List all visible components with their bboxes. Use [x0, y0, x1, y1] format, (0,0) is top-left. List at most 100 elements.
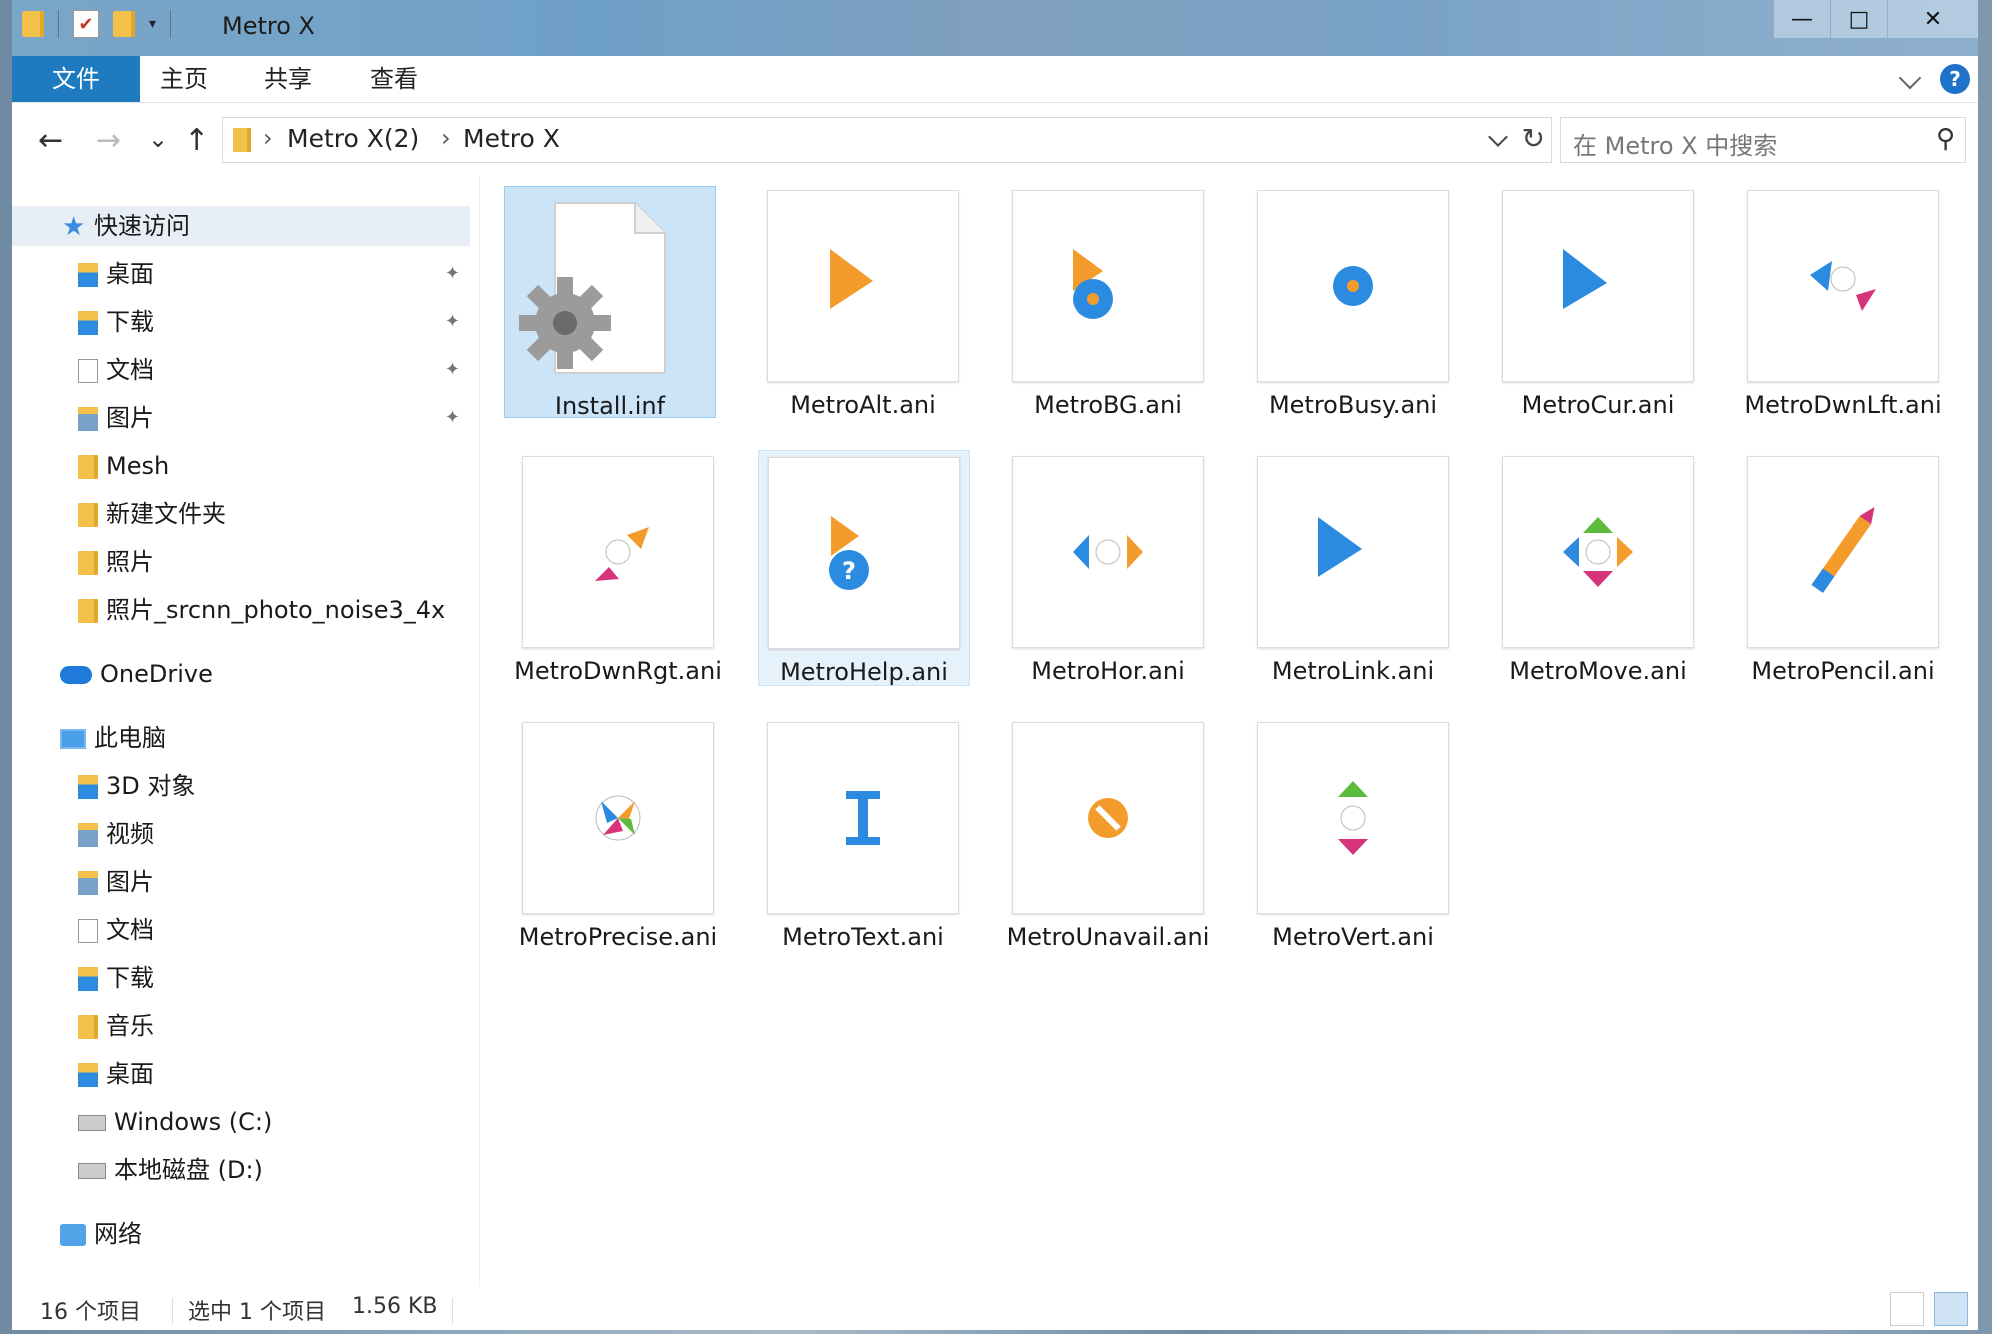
file-name: MetroBG.ani	[1034, 391, 1182, 419]
sidebar-item-music[interactable]: 音乐	[78, 1006, 154, 1046]
sidebar-item-mesh[interactable]: Mesh	[78, 446, 169, 486]
sidebar-item-label: 图片	[106, 404, 154, 432]
chevron-down-icon[interactable]	[1488, 127, 1508, 147]
chevron-right-icon[interactable]: ›	[263, 124, 273, 152]
file-item-metroprecise[interactable]: MetroPrecise.ani	[513, 722, 723, 952]
sidebar-item-label: 下载	[106, 308, 154, 336]
breadcrumb-item[interactable]: Metro X(2)	[287, 124, 419, 153]
address-bar[interactable]: › Metro X(2) › Metro X ↻	[222, 117, 1552, 163]
file-item-metrodwnrgt[interactable]: MetroDwnRgt.ani	[513, 456, 723, 686]
sidebar-item-this-pc[interactable]: 此电脑	[60, 718, 166, 758]
status-bar: 16 个项目 选中 1 个项目 1.56 KB	[12, 1290, 1978, 1330]
file-item-metropencil[interactable]: MetroPencil.ani	[1738, 456, 1948, 686]
sidebar-item-quick-access[interactable]: ★ 快速访问	[12, 206, 470, 246]
sidebar-item-downloads[interactable]: 下载 ✦	[78, 302, 470, 342]
pin-icon[interactable]: ✦	[445, 398, 460, 438]
title-bar: ✔ ▾ Metro X — □ ✕	[12, 0, 1978, 56]
network-icon	[60, 1224, 86, 1246]
refresh-icon[interactable]: ↻	[1522, 122, 1545, 155]
up-button[interactable]: ↑	[184, 123, 209, 158]
file-name: MetroCur.ani	[1521, 391, 1675, 419]
file-item-metrocur[interactable]: MetroCur.ani	[1493, 190, 1703, 420]
cursor-help-icon: ?	[768, 457, 960, 649]
sidebar-item-label: 本地磁盘 (D:)	[114, 1156, 263, 1184]
file-name: MetroPrecise.ani	[518, 923, 718, 951]
search-icon[interactable]: ⚲	[1936, 124, 1955, 154]
sidebar-item-label: 快速访问	[94, 212, 190, 240]
close-button[interactable]: ✕	[1887, 0, 1978, 38]
large-icons-view-button[interactable]	[1934, 1292, 1968, 1326]
sidebar-item-pictures[interactable]: 图片 ✦	[78, 398, 470, 438]
chevron-right-icon[interactable]: ›	[441, 124, 451, 152]
expand-ribbon-icon[interactable]	[1898, 66, 1922, 90]
sidebar-item-label: 视频	[106, 820, 154, 848]
sidebar-item-label: Windows (C:)	[114, 1108, 273, 1136]
sidebar-item-documents[interactable]: 文档 ✦	[78, 350, 470, 390]
file-item-metrounavail[interactable]: MetroUnavail.ani	[1003, 722, 1213, 952]
file-item-metrobg[interactable]: MetroBG.ani	[1003, 190, 1213, 420]
divider	[452, 1298, 453, 1324]
sidebar-item-3d-objects[interactable]: 3D 对象	[78, 766, 195, 806]
details-view-button[interactable]	[1890, 1292, 1924, 1326]
pin-icon[interactable]: ✦	[445, 302, 460, 342]
file-item-metrohelp[interactable]: ? MetroHelp.ani	[758, 450, 970, 686]
back-button[interactable]: ←	[38, 123, 63, 158]
file-item-metrohor[interactable]: MetroHor.ani	[1003, 456, 1213, 686]
file-item-metroalt[interactable]: MetroAlt.ani	[758, 190, 968, 420]
customize-icon[interactable]: ▾	[149, 16, 156, 32]
cursor-diag-resize-right-icon	[522, 456, 714, 648]
tab-home[interactable]: 主页	[130, 56, 238, 102]
sidebar-item-downloads-pc[interactable]: 下载	[78, 958, 154, 998]
file-item-metrobusy[interactable]: MetroBusy.ani	[1248, 190, 1458, 420]
sidebar-item-drive-c[interactable]: Windows (C:)	[78, 1102, 272, 1142]
tab-view[interactable]: 查看	[340, 56, 448, 102]
search-box[interactable]: 在 Metro X 中搜索 ⚲	[1560, 117, 1966, 163]
pictures-folder-icon	[78, 407, 98, 431]
desktop-folder-icon	[78, 263, 98, 287]
sidebar-item-label: 文档	[106, 916, 154, 944]
pin-icon[interactable]: ✦	[445, 350, 460, 390]
new-folder-icon[interactable]	[113, 11, 135, 37]
sidebar-item-photos[interactable]: 照片	[78, 542, 154, 582]
cursor-precise-icon	[522, 722, 714, 914]
downloads-folder-icon	[78, 311, 98, 335]
sidebar-item-new-folder[interactable]: 新建文件夹	[78, 494, 226, 534]
sidebar-item-desktop-pc[interactable]: 桌面	[78, 1054, 154, 1094]
sidebar-item-label: 此电脑	[94, 724, 166, 752]
file-item-metrovert[interactable]: MetroVert.ani	[1248, 722, 1458, 952]
file-name: MetroHor.ani	[1031, 657, 1185, 685]
maximize-button[interactable]: □	[1830, 0, 1887, 38]
sidebar-item-pictures-pc[interactable]: 图片	[78, 862, 154, 902]
file-item-install-inf[interactable]: Install.inf	[504, 186, 716, 420]
sidebar-item-label: 新建文件夹	[106, 500, 226, 528]
minimize-button[interactable]: —	[1773, 0, 1830, 38]
cursor-diag-resize-left-icon	[1747, 190, 1939, 382]
recent-locations-button[interactable]: ⌄	[148, 125, 168, 153]
videos-icon	[78, 823, 98, 847]
properties-icon[interactable]: ✔	[73, 10, 99, 38]
tab-share[interactable]: 共享	[234, 56, 342, 102]
file-item-metrodwnlft[interactable]: MetroDwnLft.ani	[1738, 190, 1948, 420]
ribbon: 文件 主页 共享 查看 ?	[12, 56, 1978, 103]
breadcrumb-item[interactable]: Metro X	[463, 124, 560, 153]
sidebar-item-label: 桌面	[106, 260, 154, 288]
pin-icon[interactable]: ✦	[445, 254, 460, 294]
file-item-metromove[interactable]: MetroMove.ani	[1493, 456, 1703, 686]
help-icon[interactable]: ?	[1940, 64, 1970, 94]
file-item-metrotext[interactable]: MetroText.ani	[758, 722, 968, 952]
tab-file[interactable]: 文件	[12, 56, 140, 102]
sidebar-item-desktop[interactable]: 桌面 ✦	[78, 254, 470, 294]
sidebar-item-documents-pc[interactable]: 文档	[78, 910, 154, 950]
selection-count: 选中 1 个项目	[188, 1300, 326, 1325]
sidebar-item-photos-srcnn[interactable]: 照片_srcnn_photo_noise3_4x	[78, 590, 445, 630]
sidebar-item-drive-d[interactable]: 本地磁盘 (D:)	[78, 1150, 263, 1190]
file-name: MetroDwnRgt.ani	[514, 657, 722, 685]
forward-button[interactable]: →	[96, 123, 121, 158]
cursor-vertical-resize-icon	[1257, 722, 1449, 914]
search-input[interactable]: 在 Metro X 中搜索	[1573, 126, 1777, 161]
sidebar-item-videos[interactable]: 视频	[78, 814, 154, 854]
sidebar-item-network[interactable]: 网络	[60, 1214, 142, 1254]
sidebar-item-onedrive[interactable]: OneDrive	[60, 654, 213, 694]
svg-text:?: ?	[842, 557, 856, 585]
file-item-metrolink[interactable]: MetroLink.ani	[1248, 456, 1458, 686]
